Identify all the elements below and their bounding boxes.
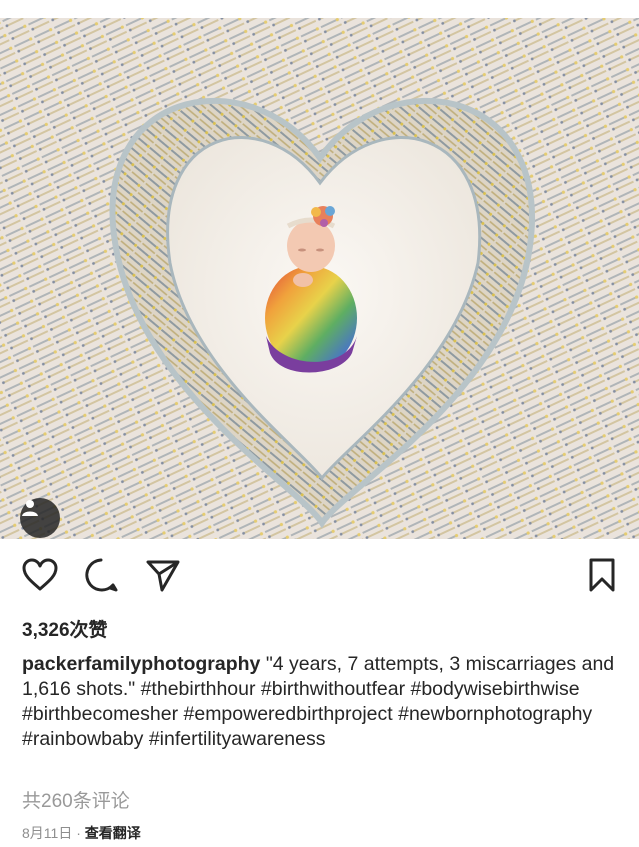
view-comments-link[interactable]: 共260条评论	[22, 786, 130, 813]
post-date: 8月11日	[22, 825, 73, 841]
post-photo[interactable]	[0, 18, 639, 539]
like-count[interactable]: 3,326次赞	[22, 615, 108, 642]
top-strip	[0, 0, 639, 18]
heart-icon[interactable]	[20, 555, 60, 595]
photo-illustration	[0, 18, 639, 539]
meta-separator: ·	[72, 825, 85, 841]
post-caption: packerfamilyphotography "4 years, 7 atte…	[22, 652, 622, 752]
caption-username[interactable]: packerfamilyphotography	[22, 653, 260, 675]
post-meta: 8月11日 · 查看翻译	[22, 823, 141, 843]
see-translation-link[interactable]: 查看翻译	[85, 825, 141, 841]
action-bar	[0, 555, 639, 603]
user-tag-icon[interactable]	[20, 498, 60, 538]
bookmark-icon[interactable]	[582, 555, 622, 595]
send-icon[interactable]	[143, 555, 183, 595]
comment-icon[interactable]	[81, 555, 121, 595]
